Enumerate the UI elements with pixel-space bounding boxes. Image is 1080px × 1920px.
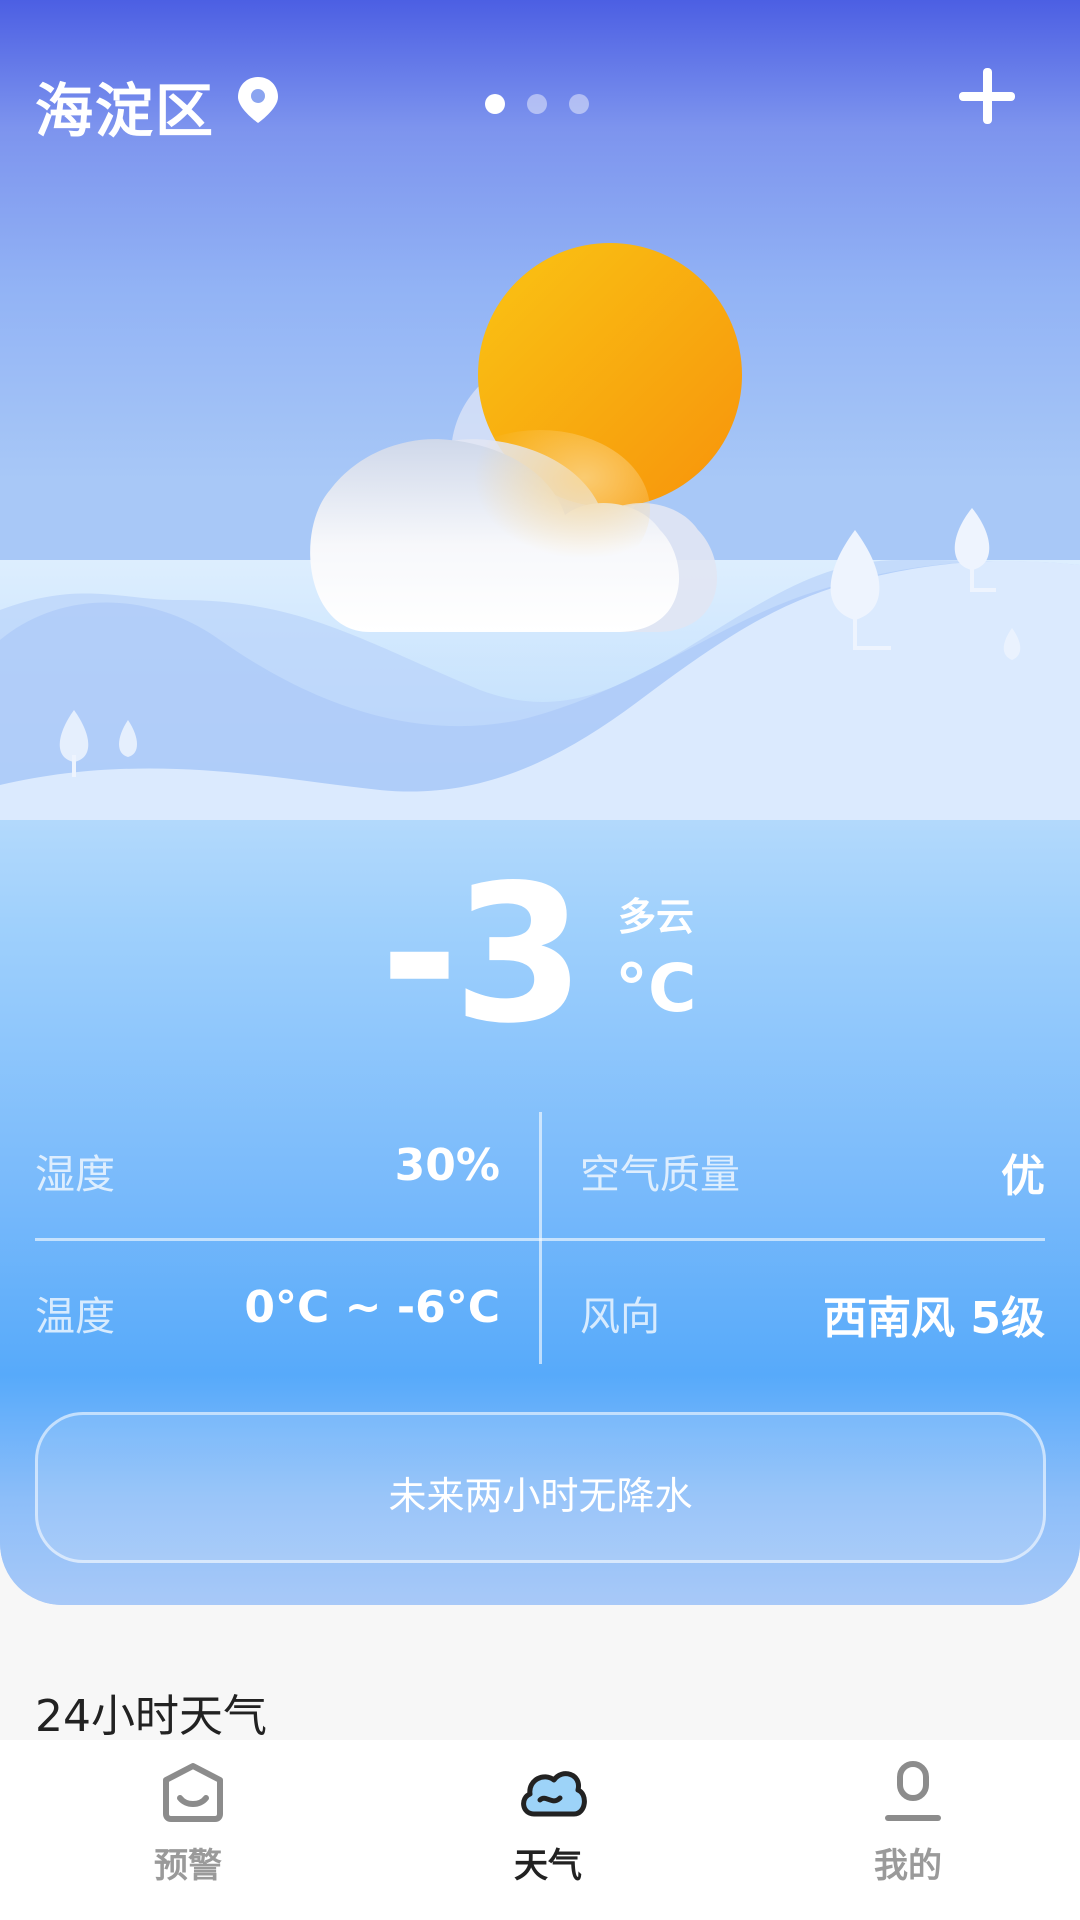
city-name[interactable]: 海淀区 bbox=[35, 64, 215, 148]
partly-cloudy-icon bbox=[310, 243, 742, 632]
page-dot-2[interactable] bbox=[527, 94, 547, 114]
tab-alerts[interactable]: 预警 bbox=[88, 1740, 288, 1920]
location-pin-icon[interactable] bbox=[235, 75, 281, 125]
wind-label: 风向 bbox=[580, 1294, 660, 1340]
page-dot-3[interactable] bbox=[569, 94, 589, 114]
hourly-section-title: 24小时天气 bbox=[35, 1691, 267, 1742]
tab-alerts-label: 预警 bbox=[154, 1846, 222, 1886]
tab-weather-label: 天气 bbox=[514, 1846, 582, 1886]
air-quality-label: 空气质量 bbox=[580, 1152, 740, 1198]
tab-profile-label: 我的 bbox=[874, 1846, 942, 1886]
grid-divider-horizontal bbox=[35, 1238, 1045, 1241]
wind-cell: 风向 西南风 5级 bbox=[580, 1254, 1045, 1354]
tab-weather[interactable]: 天气 bbox=[448, 1740, 648, 1920]
humidity-cell: 湿度 30% bbox=[35, 1112, 500, 1212]
bottom-tab-bar: 预警 天气 我的 bbox=[0, 1740, 1080, 1920]
temperature-range-label: 温度 bbox=[35, 1294, 115, 1340]
tab-profile[interactable]: 我的 bbox=[808, 1740, 1008, 1920]
temperature-unit: °C bbox=[615, 950, 697, 1027]
weather-hero-card: 海淀区 -3 多云 °C 湿度 30% 空气质量 优 温度 0°C ~ -6°C… bbox=[0, 0, 1080, 1605]
current-temperature: -3 bbox=[380, 844, 585, 1065]
cloud-icon bbox=[521, 1771, 587, 1817]
add-city-button[interactable] bbox=[959, 68, 1015, 124]
weather-condition: 多云 bbox=[618, 895, 695, 939]
user-icon bbox=[885, 1761, 941, 1821]
weather-details-grid: 湿度 30% 空气质量 优 温度 0°C ~ -6°C 风向 西南风 5级 bbox=[35, 1112, 1045, 1364]
precipitation-text: 未来两小时无降水 bbox=[388, 1474, 693, 1518]
air-quality-cell: 空气质量 优 bbox=[580, 1112, 1045, 1212]
page-indicator[interactable] bbox=[485, 94, 589, 114]
precipitation-notice[interactable]: 未来两小时无降水 bbox=[35, 1412, 1046, 1563]
humidity-label: 湿度 bbox=[35, 1152, 115, 1198]
air-quality-value: 优 bbox=[1001, 1151, 1045, 1202]
wind-value: 西南风 5级 bbox=[823, 1293, 1045, 1344]
humidity-value: 30% bbox=[394, 1140, 500, 1191]
temperature-range-cell: 温度 0°C ~ -6°C bbox=[35, 1254, 500, 1354]
page-dot-1[interactable] bbox=[485, 94, 505, 114]
home-smile-icon bbox=[163, 1763, 223, 1822]
temperature-range-value: 0°C ~ -6°C bbox=[244, 1282, 500, 1333]
